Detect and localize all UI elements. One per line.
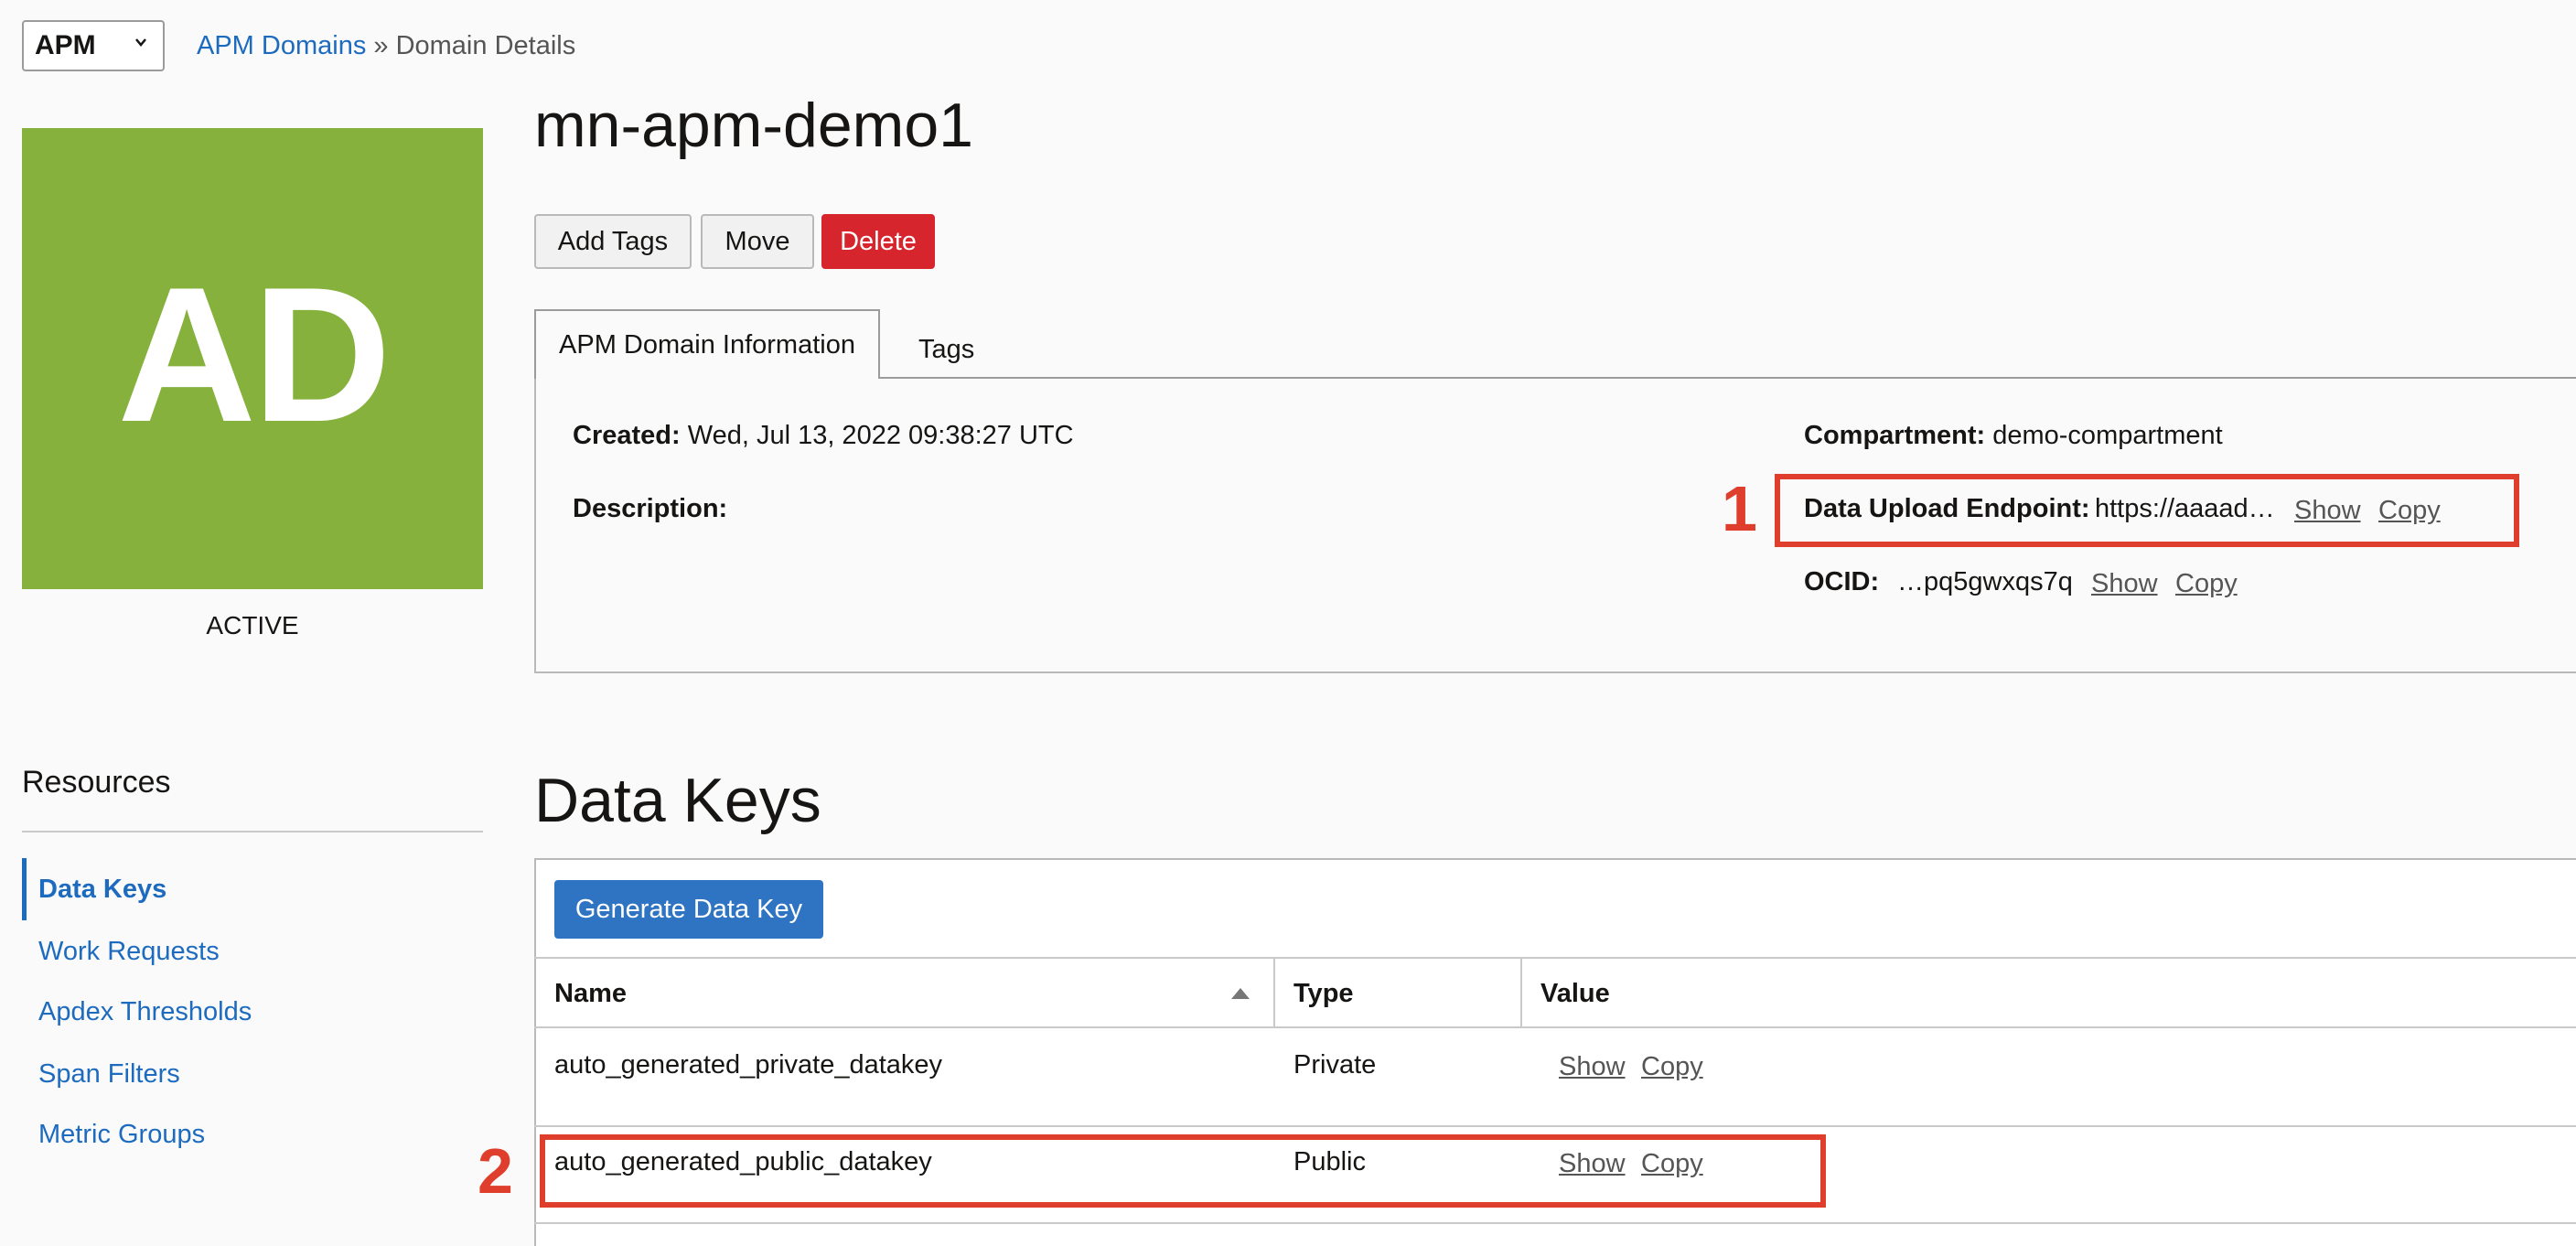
breadcrumb-current: Domain Details xyxy=(395,31,576,60)
tab-apm-domain-information[interactable]: APM Domain Information xyxy=(534,309,880,379)
row-copy-link[interactable]: Copy xyxy=(1641,1149,1703,1179)
resources-title: Resources xyxy=(22,765,171,800)
resources-divider xyxy=(22,831,483,832)
sidebar-item-span-filters[interactable]: Span Filters xyxy=(38,1059,180,1090)
created-value: Wed, Jul 13, 2022 09:38:27 UTC xyxy=(687,421,1074,450)
breadcrumb-apm-domains-link[interactable]: APM Domains xyxy=(197,31,366,60)
sidebar-item-metric-groups[interactable]: Metric Groups xyxy=(38,1120,205,1150)
row-copy-link[interactable]: Copy xyxy=(1641,1052,1703,1082)
ocid-show-link[interactable]: Show xyxy=(2091,569,2158,599)
column-divider xyxy=(1273,957,1275,1028)
ocid-label: OCID: xyxy=(1804,567,1880,596)
sidebar-item-apdex-thresholds[interactable]: Apdex Thresholds xyxy=(38,997,252,1027)
app-select-value: APM xyxy=(35,30,96,60)
table-header-top-border xyxy=(534,957,2576,959)
delete-button[interactable]: Delete xyxy=(821,214,935,269)
status-badge: ACTIVE xyxy=(206,611,299,639)
created-field: Created: Wed, Jul 13, 2022 09:38:27 UTC xyxy=(573,421,1074,451)
compartment-label: Compartment: xyxy=(1804,421,1986,450)
ocid-value: …pq5gwxqs7q xyxy=(1897,567,2073,596)
endpoint-label: Data Upload Endpoint: xyxy=(1804,494,2090,523)
move-button[interactable]: Move xyxy=(701,214,814,269)
ocid-copy-link[interactable]: Copy xyxy=(2175,569,2238,599)
sidebar-item-data-keys[interactable]: Data Keys xyxy=(38,875,166,905)
column-divider xyxy=(1520,957,1522,1028)
column-header-name[interactable]: Name xyxy=(554,979,627,1009)
endpoint-show-link[interactable]: Show xyxy=(2294,496,2361,526)
column-header-type[interactable]: Type xyxy=(1293,979,1354,1009)
endpoint-value: https://aaaad… xyxy=(2095,494,2275,523)
table-cell-name: auto_generated_private_datakey xyxy=(554,1050,943,1080)
breadcrumb: APM Domains » Domain Details xyxy=(197,31,575,61)
annotation-marker-2: 2 xyxy=(478,1135,513,1207)
breadcrumb-separator: » xyxy=(366,31,396,60)
row-show-link[interactable]: Show xyxy=(1559,1149,1626,1179)
domain-avatar: AD xyxy=(22,128,483,589)
table-header-bottom-border xyxy=(534,1026,2576,1028)
generate-data-key-button[interactable]: Generate Data Key xyxy=(554,880,823,939)
row-show-link[interactable]: Show xyxy=(1559,1052,1626,1082)
data-keys-title: Data Keys xyxy=(534,766,821,835)
compartment-value: demo-compartment xyxy=(1992,421,2223,450)
column-header-value: Value xyxy=(1540,979,1610,1008)
table-cell-type: Private xyxy=(1293,1050,1377,1080)
active-indicator xyxy=(22,858,27,920)
table-row-divider xyxy=(534,1222,2576,1224)
sidebar-item-work-requests[interactable]: Work Requests xyxy=(38,937,220,967)
table-cell-name: auto_generated_public_datakey xyxy=(554,1147,932,1176)
created-label: Created: xyxy=(573,421,681,450)
tab-tags[interactable]: Tags xyxy=(918,335,974,365)
endpoint-copy-link[interactable]: Copy xyxy=(2378,496,2441,526)
page-title: mn-apm-demo1 xyxy=(534,91,973,160)
app-select[interactable]: APM xyxy=(22,20,165,71)
avatar-initials: AD xyxy=(117,247,391,462)
add-tags-button[interactable]: Add Tags xyxy=(534,214,692,269)
sort-ascending-icon[interactable] xyxy=(1231,988,1250,999)
table-row-divider xyxy=(534,1125,2576,1127)
description-label: Description: xyxy=(573,494,728,523)
chevron-down-icon xyxy=(135,38,146,47)
compartment-field: Compartment: demo-compartment xyxy=(1804,421,2223,451)
annotation-marker-1: 1 xyxy=(1722,473,1757,544)
table-cell-type: Public xyxy=(1293,1147,1366,1176)
